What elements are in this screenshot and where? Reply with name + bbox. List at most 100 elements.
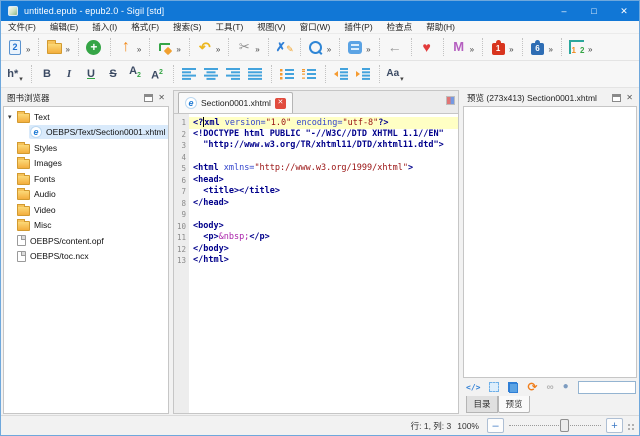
- maximize-button[interactable]: □: [579, 1, 609, 21]
- menu-edit[interactable]: 编辑(E): [43, 21, 85, 33]
- overflow-chevron[interactable]: »: [216, 46, 220, 54]
- plugin-m-button[interactable]: M: [448, 35, 470, 59]
- overflow-chevron[interactable]: »: [65, 46, 69, 54]
- overflow-chevron[interactable]: »: [549, 46, 553, 54]
- puzzle-1-icon: 1: [492, 43, 505, 55]
- tree-item-section0001[interactable]: e OEBPS/Text/Section0001.xhtml: [4, 125, 168, 141]
- bold-button[interactable]: B: [36, 62, 58, 86]
- indent-button[interactable]: [352, 62, 374, 86]
- find-replace-button[interactable]: [305, 35, 327, 59]
- close-panel-button[interactable]: ✕: [626, 94, 633, 102]
- metadata-editor-button[interactable]: [344, 35, 366, 59]
- open-button[interactable]: [43, 35, 65, 59]
- inspect-code-button[interactable]: </>: [466, 383, 480, 392]
- tree-item-misc[interactable]: Misc: [4, 218, 168, 234]
- menu-checkpoint[interactable]: 检查点: [380, 21, 420, 33]
- align-left-button[interactable]: [178, 62, 200, 86]
- superscript-button[interactable]: A2: [146, 62, 168, 86]
- book-browser-tree: ▾ Text e OEBPS/Text/Section0001.xhtml St…: [3, 106, 169, 414]
- tree-item-audio[interactable]: Audio: [4, 187, 168, 203]
- menu-file[interactable]: 文件(F): [1, 21, 43, 33]
- status-bar: 行: 1, 列: 3 100% – +: [1, 415, 639, 435]
- plugin-6-button[interactable]: 6: [527, 35, 549, 59]
- outdent-button[interactable]: [330, 62, 352, 86]
- menu-window[interactable]: 窗口(W): [293, 21, 338, 33]
- new-epub-icon: 2: [9, 40, 21, 55]
- float-panel-button[interactable]: [612, 94, 621, 102]
- tab-list-button[interactable]: [446, 96, 455, 105]
- align-center-button[interactable]: [200, 62, 222, 86]
- strikethrough-button[interactable]: S: [102, 62, 124, 86]
- preview-viewport[interactable]: [463, 106, 637, 378]
- align-right-button[interactable]: [222, 62, 244, 86]
- tree-item-styles[interactable]: Styles: [4, 140, 168, 156]
- tab-toc[interactable]: 目录: [466, 396, 498, 413]
- paste-button[interactable]: [154, 35, 176, 59]
- select-mode-button[interactable]: [489, 382, 499, 392]
- overflow-chevron[interactable]: »: [327, 46, 331, 54]
- overflow-chevron[interactable]: »: [137, 46, 141, 54]
- new-epub-button[interactable]: 2: [4, 35, 26, 59]
- tree-item-content-opf[interactable]: OEBPS/content.opf: [4, 233, 168, 249]
- menu-insert[interactable]: 插入(I): [85, 21, 124, 33]
- zoom-slider[interactable]: [507, 418, 603, 433]
- menu-tools[interactable]: 工具(T): [208, 21, 250, 33]
- italic-button[interactable]: I: [58, 62, 80, 86]
- tab-close-button[interactable]: ✕: [275, 98, 286, 109]
- overflow-chevron[interactable]: »: [470, 46, 474, 54]
- menu-view[interactable]: 视图(V): [250, 21, 292, 33]
- tab-section0001[interactable]: e Section0001.xhtml ✕: [178, 92, 293, 113]
- numbered-list-button[interactable]: [298, 62, 320, 86]
- menu-bar: 文件(F) 编辑(E) 插入(I) 格式(F) 搜索(S) 工具(T) 视图(V…: [1, 21, 639, 34]
- menu-format[interactable]: 格式(F): [124, 21, 166, 33]
- resize-grip[interactable]: [628, 424, 636, 432]
- close-icon: ✕: [620, 6, 628, 17]
- tree-item-images[interactable]: Images: [4, 156, 168, 172]
- menu-plugins[interactable]: 插件(P): [337, 21, 379, 33]
- underline-button[interactable]: U: [80, 62, 102, 86]
- overflow-chevron[interactable]: »: [588, 46, 592, 54]
- donate-button[interactable]: ♥: [416, 35, 438, 59]
- bullet-list-button[interactable]: [276, 62, 298, 86]
- align-justify-button[interactable]: [244, 62, 266, 86]
- zoom-out-button[interactable]: –: [487, 418, 504, 433]
- overflow-chevron[interactable]: »: [366, 46, 370, 54]
- expander-icon[interactable]: ▾: [8, 113, 17, 121]
- code-editor[interactable]: 1 <?xml version="1.0" encoding="utf-8"?>…: [173, 114, 459, 414]
- add-existing-button[interactable]: +: [83, 35, 105, 59]
- subscript-button[interactable]: A2: [124, 62, 146, 86]
- float-panel-button[interactable]: [144, 94, 153, 102]
- menu-help[interactable]: 帮助(H): [419, 21, 462, 33]
- tab-preview[interactable]: 预览: [498, 396, 530, 413]
- zoom-in-button[interactable]: +: [606, 418, 623, 433]
- back-button[interactable]: ←: [384, 35, 406, 59]
- spellcheck-button[interactable]: ✗✎: [273, 35, 295, 59]
- tree-item-toc-ncx[interactable]: OEBPS/toc.ncx: [4, 249, 168, 265]
- tree-item-text-folder[interactable]: ▾ Text: [4, 109, 168, 125]
- tree-item-fonts[interactable]: Fonts: [4, 171, 168, 187]
- toolbar-separator: [556, 38, 562, 56]
- cut-button[interactable]: ✂: [233, 35, 255, 59]
- preview-filter-input[interactable]: [578, 381, 636, 394]
- overflow-chevron[interactable]: »: [255, 46, 259, 54]
- globe-button[interactable]: ●: [563, 382, 569, 392]
- close-button[interactable]: ✕: [609, 1, 639, 21]
- zoom-slider-thumb[interactable]: [560, 419, 569, 432]
- overflow-chevron[interactable]: »: [176, 46, 180, 54]
- change-case-dropdown[interactable]: Aa▾: [384, 62, 406, 86]
- undo-button[interactable]: ↶: [194, 35, 216, 59]
- save-button[interactable]: ↑: [115, 35, 137, 59]
- menu-search[interactable]: 搜索(S): [166, 21, 208, 33]
- overflow-chevron[interactable]: »: [509, 46, 513, 54]
- copy-button[interactable]: [508, 382, 518, 393]
- heading-dropdown[interactable]: h*▾: [4, 62, 26, 86]
- code-line-12: 12 </body>: [174, 244, 458, 256]
- epub-version-tool-button[interactable]: 12: [566, 35, 588, 59]
- overflow-chevron[interactable]: »: [26, 46, 30, 54]
- refresh-button[interactable]: ⟳: [527, 381, 537, 393]
- minimize-button[interactable]: –: [549, 1, 579, 21]
- title-bar[interactable]: untitled.epub - epub2.0 - Sigil [std] – …: [1, 1, 639, 21]
- plugin-1-button[interactable]: 1: [487, 35, 509, 59]
- close-panel-button[interactable]: ✕: [158, 94, 165, 102]
- tree-item-video[interactable]: Video: [4, 202, 168, 218]
